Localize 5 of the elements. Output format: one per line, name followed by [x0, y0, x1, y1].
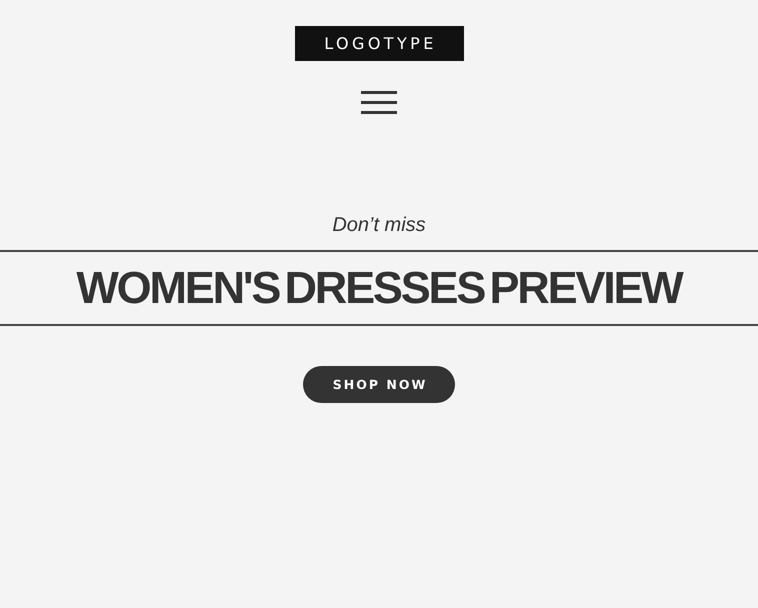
menu-icon[interactable] — [361, 91, 397, 114]
shop-now-button[interactable]: SHOP NOW — [303, 366, 455, 403]
hero-title: WOMEN'S DRESSES PREVIEW — [76, 262, 682, 314]
logo[interactable]: LOGOTYPE — [294, 26, 464, 61]
eyebrow-text: Don’t miss — [332, 213, 426, 238]
